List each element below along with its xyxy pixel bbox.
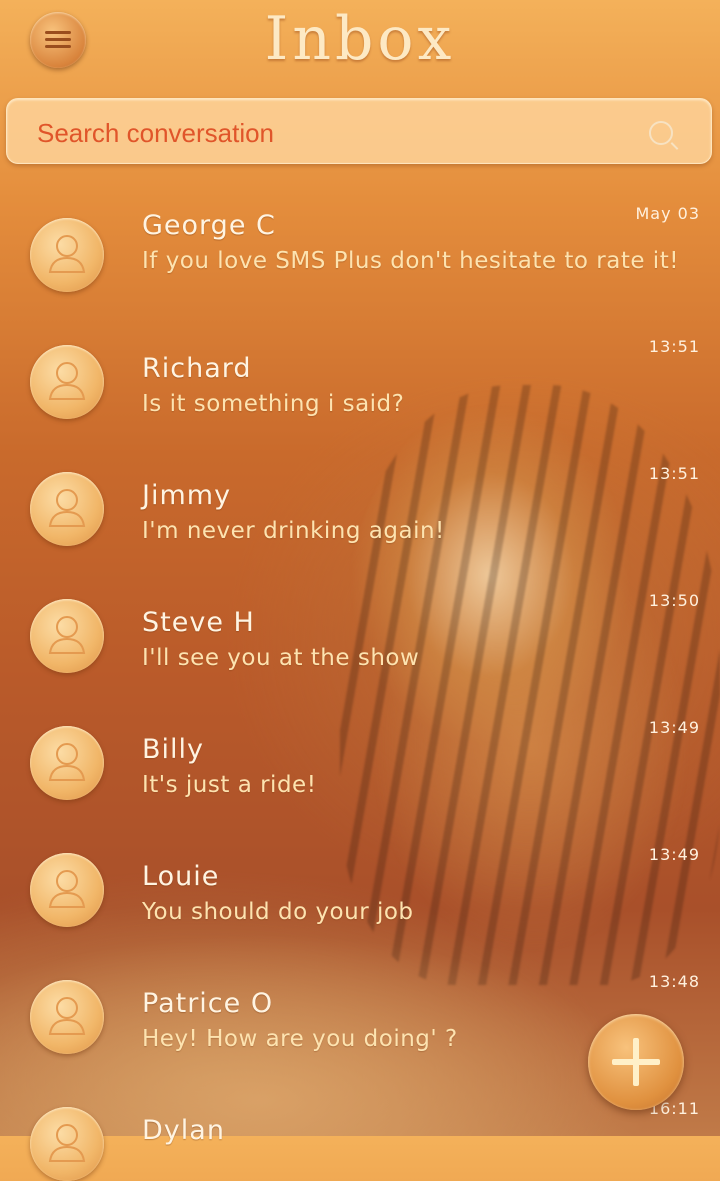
new-message-button[interactable] xyxy=(588,1014,684,1110)
contact-placeholder-icon xyxy=(48,616,86,654)
avatar xyxy=(30,726,104,800)
search-input[interactable] xyxy=(35,111,619,155)
conversation-item[interactable]: Jimmy I'm never drinking again! 13:51 xyxy=(0,444,720,571)
message-preview: Is it something i said? xyxy=(142,391,405,417)
avatar xyxy=(30,599,104,673)
message-preview: If you love SMS Plus don't hesitate to r… xyxy=(142,248,679,274)
page-title: Inbox xyxy=(264,4,456,74)
conversation-item[interactable]: Richard Is it something i said? 13:51 xyxy=(0,317,720,444)
avatar xyxy=(30,980,104,1054)
search-bar xyxy=(6,98,712,164)
contact-placeholder-icon xyxy=(48,489,86,527)
conversation-item[interactable]: Steve H I'll see you at the show 13:50 xyxy=(0,571,720,698)
contact-name: Dylan xyxy=(142,1115,225,1146)
message-time: 13:49 xyxy=(648,718,700,737)
avatar xyxy=(30,218,104,292)
contact-placeholder-icon xyxy=(48,362,86,400)
contact-name: Steve H xyxy=(142,607,255,638)
message-time: 13:51 xyxy=(648,337,700,356)
avatar xyxy=(30,345,104,419)
contact-placeholder-icon xyxy=(48,743,86,781)
avatar xyxy=(30,472,104,546)
contact-name: Billy xyxy=(142,734,205,765)
message-time: 13:48 xyxy=(648,972,700,991)
contact-name: George C xyxy=(142,210,276,241)
conversation-item[interactable]: Billy It's just a ride! 13:49 xyxy=(0,698,720,825)
message-preview: I'm never drinking again! xyxy=(142,518,445,544)
message-preview: You should do your job xyxy=(142,899,414,925)
contact-placeholder-icon xyxy=(48,1124,86,1162)
message-preview: I'll see you at the show xyxy=(142,645,420,671)
message-preview: It's just a ride! xyxy=(142,772,317,798)
message-time: May 03 xyxy=(635,204,700,223)
contact-name: Patrice O xyxy=(142,988,274,1019)
message-time: 13:50 xyxy=(648,591,700,610)
search-icon[interactable] xyxy=(649,121,673,145)
conversation-item[interactable]: Louie You should do your job 13:49 xyxy=(0,825,720,952)
contact-placeholder-icon xyxy=(48,997,86,1035)
avatar xyxy=(30,853,104,927)
conversation-item[interactable]: George C If you love SMS Plus don't hesi… xyxy=(0,190,720,317)
contact-name: Richard xyxy=(142,353,252,384)
message-time: 13:51 xyxy=(648,464,700,483)
contact-placeholder-icon xyxy=(48,870,86,908)
contact-name: Jimmy xyxy=(142,480,232,511)
contact-name: Louie xyxy=(142,861,220,892)
avatar xyxy=(30,1107,104,1181)
message-time: 13:49 xyxy=(648,845,700,864)
app-header: Inbox xyxy=(0,0,720,90)
contact-placeholder-icon xyxy=(48,235,86,273)
